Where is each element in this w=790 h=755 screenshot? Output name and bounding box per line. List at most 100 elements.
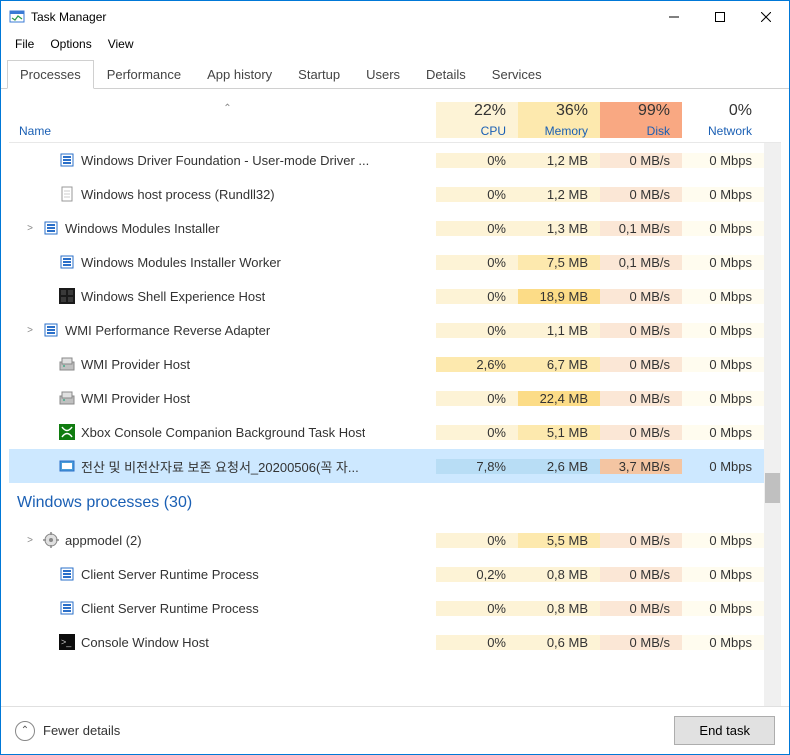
disk-cell: 0 MB/s [600, 357, 682, 372]
table-row[interactable]: Client Server Runtime Process0%0,8 MB0 M… [9, 591, 781, 625]
wmi-icon [59, 356, 75, 372]
cpu-cell: 0% [436, 391, 518, 406]
disk-cell: 0 MB/s [600, 153, 682, 168]
table-row[interactable]: WMI Provider Host2,6%6,7 MB0 MB/s0 Mbps [9, 347, 781, 381]
network-cell: 0 Mbps [682, 221, 764, 236]
tab-startup[interactable]: Startup [285, 60, 353, 89]
net-label: Network [682, 124, 752, 138]
cpu-cell: 0% [436, 221, 518, 236]
memory-cell: 5,5 MB [518, 533, 600, 548]
table-row[interactable]: Windows host process (Rundll32)0%1,2 MB0… [9, 177, 781, 211]
disk-label: Disk [600, 124, 670, 138]
column-headers: ⌃ Name 22% CPU 36% Memory 99% Disk 0% Ne… [9, 89, 781, 143]
end-task-button[interactable]: End task [674, 716, 775, 745]
tab-users[interactable]: Users [353, 60, 413, 89]
table-row[interactable]: Windows Driver Foundation - User-mode Dr… [9, 143, 781, 177]
disk-cell: 0 MB/s [600, 425, 682, 440]
memory-cell: 18,9 MB [518, 289, 600, 304]
table-row[interactable]: Xbox Console Companion Background Task H… [9, 415, 781, 449]
table-row[interactable]: WMI Provider Host0%22,4 MB0 MB/s0 Mbps [9, 381, 781, 415]
disk-cell: 0 MB/s [600, 567, 682, 582]
tab-services[interactable]: Services [479, 60, 555, 89]
process-name: Windows Modules Installer [65, 221, 220, 236]
process-name-cell: 전산 및 비전산자료 보존 요청서_20200506(꼭 자... [9, 457, 436, 476]
expand-icon[interactable]: > [23, 535, 37, 546]
memory-cell: 1,2 MB [518, 153, 600, 168]
process-name: Client Server Runtime Process [81, 601, 259, 616]
process-name-cell: Windows Driver Foundation - User-mode Dr… [9, 152, 436, 168]
table-row[interactable]: Windows Modules Installer Worker0%7,5 MB… [9, 245, 781, 279]
minimize-button[interactable] [651, 1, 697, 33]
titlebar-controls [651, 1, 789, 33]
scrollbar-track[interactable] [764, 143, 781, 706]
xbox-icon [59, 424, 75, 440]
menu-options[interactable]: Options [42, 35, 99, 53]
process-name: 전산 및 비전산자료 보존 요청서_20200506(꼭 자... [81, 457, 359, 476]
win-blue-icon [59, 600, 75, 616]
disk-cell: 0 MB/s [600, 323, 682, 338]
expand-icon[interactable]: > [23, 325, 37, 336]
col-header-network[interactable]: 0% Network [682, 102, 764, 138]
col-header-memory[interactable]: 36% Memory [518, 102, 600, 138]
doc-icon [59, 186, 75, 202]
korean-icon [59, 458, 75, 474]
sort-indicator-icon: ⌃ [19, 103, 436, 114]
table-row[interactable]: Windows Shell Experience Host0%18,9 MB0 … [9, 279, 781, 313]
maximize-button[interactable] [697, 1, 743, 33]
process-list[interactable]: Windows Driver Foundation - User-mode Dr… [9, 143, 781, 706]
table-row[interactable]: 전산 및 비전산자료 보존 요청서_20200506(꼭 자...7,8%2,6… [9, 449, 781, 483]
tab-app-history[interactable]: App history [194, 60, 285, 89]
net-pct: 0% [682, 102, 752, 120]
network-cell: 0 Mbps [682, 635, 764, 650]
menu-view[interactable]: View [100, 35, 142, 53]
cpu-cell: 7,8% [436, 459, 518, 474]
process-name-cell: Client Server Runtime Process [9, 566, 436, 582]
process-name-cell: Windows Modules Installer Worker [9, 254, 436, 270]
svg-text:>_: >_ [61, 637, 72, 647]
process-name: WMI Provider Host [81, 357, 190, 372]
process-name-cell: WMI Provider Host [9, 390, 436, 406]
table-row[interactable]: >appmodel (2)0%5,5 MB0 MB/s0 Mbps [9, 523, 781, 557]
memory-cell: 1,1 MB [518, 323, 600, 338]
cpu-cell: 2,6% [436, 357, 518, 372]
table-row[interactable]: >_Console Window Host0%0,6 MB0 MB/s0 Mbp… [9, 625, 781, 659]
tab-details[interactable]: Details [413, 60, 479, 89]
footer: ⌃ Fewer details End task [1, 706, 789, 754]
disk-cell: 0 MB/s [600, 289, 682, 304]
process-name-cell: >_Console Window Host [9, 634, 436, 650]
process-name: Windows Shell Experience Host [81, 289, 265, 304]
fewer-details-toggle[interactable]: ⌃ Fewer details [15, 721, 120, 741]
mem-pct: 36% [518, 102, 588, 120]
network-cell: 0 Mbps [682, 391, 764, 406]
table-row[interactable]: Client Server Runtime Process0,2%0,8 MB0… [9, 557, 781, 591]
process-name-cell: > Windows Modules Installer [9, 220, 436, 236]
expand-icon[interactable]: > [23, 223, 37, 234]
table-row[interactable]: >WMI Performance Reverse Adapter0%1,1 MB… [9, 313, 781, 347]
titlebar[interactable]: Task Manager [1, 1, 789, 33]
tab-processes[interactable]: Processes [7, 60, 94, 89]
col-header-cpu[interactable]: 22% CPU [436, 102, 518, 138]
close-button[interactable] [743, 1, 789, 33]
scrollbar-thumb[interactable] [765, 473, 780, 503]
process-name: appmodel (2) [65, 533, 142, 548]
memory-cell: 1,2 MB [518, 187, 600, 202]
win-blue-icon [59, 152, 75, 168]
cpu-cell: 0% [436, 323, 518, 338]
cpu-cell: 0% [436, 533, 518, 548]
cpu-cell: 0% [436, 635, 518, 650]
network-cell: 0 Mbps [682, 289, 764, 304]
table-row[interactable]: >Windows Modules Installer0%1,3 MB0,1 MB… [9, 211, 781, 245]
disk-cell: 0 MB/s [600, 533, 682, 548]
network-cell: 0 Mbps [682, 459, 764, 474]
memory-cell: 6,7 MB [518, 357, 600, 372]
memory-cell: 22,4 MB [518, 391, 600, 406]
network-cell: 0 Mbps [682, 255, 764, 270]
menu-file[interactable]: File [7, 35, 42, 53]
cpu-cell: 0% [436, 153, 518, 168]
tab-performance[interactable]: Performance [94, 60, 194, 89]
col-header-name[interactable]: ⌃ Name [9, 103, 436, 138]
memory-cell: 7,5 MB [518, 255, 600, 270]
chevron-up-icon: ⌃ [15, 721, 35, 741]
cpu-cell: 0% [436, 255, 518, 270]
col-header-disk[interactable]: 99% Disk [600, 102, 682, 138]
